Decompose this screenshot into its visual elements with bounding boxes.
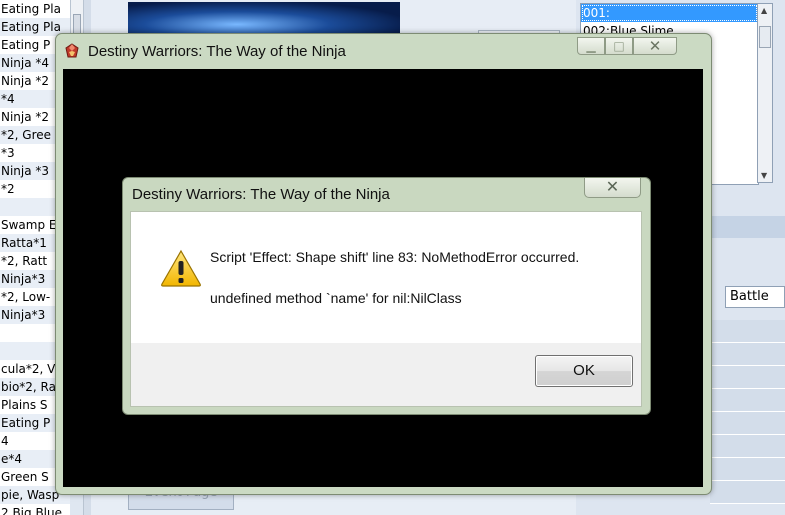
list-item[interactable]: 2 Big Blue [0, 504, 70, 515]
dialog-close-button[interactable]: ✕ [584, 178, 641, 198]
error-dialog: Destiny Warriors: The Way of the Ninja ✕… [122, 177, 651, 415]
ruby-gem-icon [65, 43, 79, 58]
warning-icon [161, 249, 201, 287]
error-message: Script 'Effect: Shape shift' line 83: No… [210, 249, 580, 265]
ok-button[interactable]: OK [535, 355, 633, 387]
game-window-title: Destiny Warriors: The Way of the Ninja [88, 43, 346, 60]
list-item[interactable]: 001: [581, 4, 758, 22]
error-detail: undefined method `name' for nil:NilClass [210, 290, 462, 306]
game-titlebar[interactable]: Destiny Warriors: The Way of the Ninja ▁… [56, 34, 711, 67]
enemy-list-scrollbar[interactable]: ▲ ▼ [757, 3, 773, 183]
battleback-preview-image [128, 2, 400, 34]
minimize-button[interactable]: ▁ [577, 37, 605, 55]
striped-rows [710, 320, 785, 515]
dialog-footer: OK [131, 343, 641, 406]
dialog-body: Script 'Effect: Shape shift' line 83: No… [130, 211, 642, 407]
list-item[interactable]: Eating Pla [0, 0, 70, 18]
battle-select[interactable]: Battle [725, 286, 785, 308]
scroll-up-arrow-icon[interactable]: ▲ [761, 6, 767, 15]
close-button[interactable]: ✕ [633, 37, 677, 55]
scrollbar-thumb[interactable] [759, 26, 771, 48]
scroll-down-arrow-icon[interactable]: ▼ [761, 171, 767, 180]
maximize-button[interactable]: □ [605, 37, 633, 55]
dialog-title: Destiny Warriors: The Way of the Ninja [132, 186, 390, 203]
